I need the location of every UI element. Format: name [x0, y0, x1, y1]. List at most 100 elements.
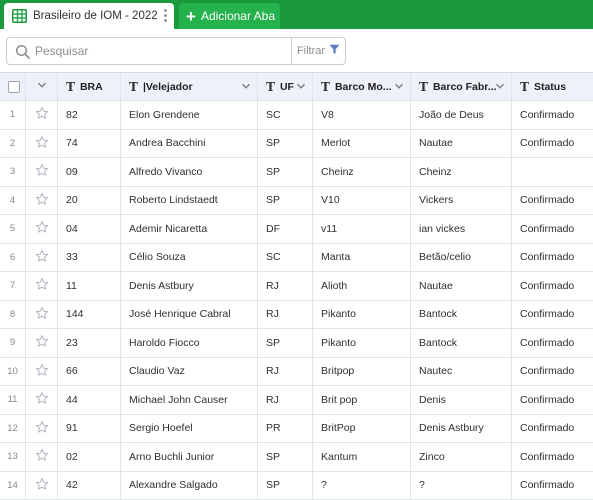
cell-barco-fabricante[interactable]: ?	[411, 471, 512, 499]
tab-active[interactable]: Brasileiro de IOM - 2022	[4, 3, 174, 29]
star-icon[interactable]	[35, 420, 49, 437]
cell-uf[interactable]: SC	[258, 101, 313, 129]
cell-uf[interactable]: RJ	[258, 300, 313, 328]
cell-uf[interactable]: SP	[258, 158, 313, 186]
cell-velejador[interactable]: Andrea Bacchini	[121, 129, 258, 157]
row-star-cell[interactable]	[26, 300, 58, 328]
cell-uf[interactable]: SP	[258, 186, 313, 214]
cell-barco-fabricante[interactable]: Nautae	[411, 272, 512, 300]
cell-velejador[interactable]: Alfredo Vivanco	[121, 158, 258, 186]
cell-velejador[interactable]: Célio Souza	[121, 243, 258, 271]
cell-barco-modelo[interactable]: V8	[313, 101, 411, 129]
row-star-cell[interactable]	[26, 357, 58, 385]
cell-velejador[interactable]: José Henrique Cabral	[121, 300, 258, 328]
cell-barco-fabricante[interactable]: Nautae	[411, 129, 512, 157]
cell-velejador[interactable]: Ademir Nicaretta	[121, 215, 258, 243]
cell-status[interactable]: Confirmado	[512, 272, 593, 300]
cell-velejador[interactable]: Arno Buchli Junior	[121, 443, 258, 471]
star-icon[interactable]	[35, 363, 49, 380]
cell-velejador[interactable]: Haroldo Fiocco	[121, 329, 258, 357]
row-star-cell[interactable]	[26, 329, 58, 357]
column-header-barco-fabricante[interactable]: T Barco Fabr...	[411, 73, 512, 100]
star-icon[interactable]	[35, 448, 49, 465]
cell-bra[interactable]: 82	[58, 101, 121, 129]
cell-uf[interactable]: SP	[258, 471, 313, 499]
cell-status[interactable]: Confirmado	[512, 187, 593, 215]
cell-status[interactable]: Confirmado	[512, 386, 593, 414]
star-icon[interactable]	[35, 135, 49, 152]
cell-uf[interactable]: DF	[258, 215, 313, 243]
cell-barco-fabricante[interactable]: Denis	[411, 386, 512, 414]
cell-barco-fabricante[interactable]: Zinco	[411, 443, 512, 471]
cell-barco-modelo[interactable]: Pikanto	[313, 300, 411, 328]
cell-bra[interactable]: 44	[58, 386, 121, 414]
column-header-barco-modelo[interactable]: T Barco Mo...	[313, 73, 411, 100]
cell-barco-modelo[interactable]: BritPop	[313, 414, 411, 442]
cell-bra[interactable]: 11	[58, 272, 121, 300]
cell-uf[interactable]: SC	[258, 243, 313, 271]
table-row[interactable]: 7 11 Denis Astbury RJ Alioth Nautae Conf…	[0, 272, 593, 301]
cell-bra[interactable]: 74	[58, 129, 121, 157]
filter-button[interactable]: Filtrar	[291, 38, 345, 64]
tab-menu-icon[interactable]	[164, 9, 167, 22]
cell-barco-modelo[interactable]: V10	[313, 186, 411, 214]
add-tab-button[interactable]: + Adicionar Aba	[179, 3, 280, 29]
cell-barco-fabricante[interactable]: Betão/celio	[411, 243, 512, 271]
row-star-cell[interactable]	[26, 386, 58, 414]
star-icon[interactable]	[35, 163, 49, 180]
cell-barco-modelo[interactable]: Manta	[313, 243, 411, 271]
cell-velejador[interactable]: Michael John Causer	[121, 386, 258, 414]
cell-status[interactable]: Confirmado	[512, 415, 593, 443]
cell-status[interactable]	[512, 158, 593, 186]
table-row[interactable]: 14 42 Alexandre Salgado SP ? ? Confirmad…	[0, 471, 593, 500]
row-star-cell[interactable]	[26, 272, 58, 300]
table-row[interactable]: 11 44 Michael John Causer RJ Brit pop De…	[0, 386, 593, 415]
cell-status[interactable]: Confirmado	[512, 329, 593, 357]
chevron-down-icon[interactable]	[296, 81, 306, 91]
cell-bra[interactable]: 20	[58, 186, 121, 214]
cell-status[interactable]: Confirmado	[512, 301, 593, 329]
column-header-uf[interactable]: T UF	[258, 73, 313, 100]
row-star-cell[interactable]	[26, 129, 58, 157]
column-header-status[interactable]: T Status	[512, 73, 593, 100]
chevron-down-icon[interactable]	[241, 81, 251, 91]
cell-velejador[interactable]: Sergio Hoefel	[121, 414, 258, 442]
table-row[interactable]: 4 20 Roberto Lindstaedt SP V10 Vickers C…	[0, 186, 593, 215]
cell-barco-fabricante[interactable]: Bantock	[411, 300, 512, 328]
table-row[interactable]: 2 74 Andrea Bacchini SP Merlot Nautae Co…	[0, 129, 593, 158]
table-row[interactable]: 5 04 Ademir Nicaretta DF v11 ian vickes …	[0, 215, 593, 244]
chevron-down-icon[interactable]	[495, 81, 505, 91]
star-icon[interactable]	[35, 249, 49, 266]
cell-uf[interactable]: SP	[258, 129, 313, 157]
header-menu-cell[interactable]	[26, 73, 58, 100]
cell-velejador[interactable]: Claudio Vaz	[121, 357, 258, 385]
row-star-cell[interactable]	[26, 101, 58, 129]
star-icon[interactable]	[35, 391, 49, 408]
cell-bra[interactable]: 42	[58, 471, 121, 499]
chevron-down-icon[interactable]	[394, 81, 404, 91]
cell-velejador[interactable]: Roberto Lindstaedt	[121, 186, 258, 214]
star-icon[interactable]	[35, 277, 49, 294]
table-row[interactable]: 3 09 Alfredo Vivanco SP Cheinz Cheinz	[0, 158, 593, 187]
cell-bra[interactable]: 91	[58, 414, 121, 442]
cell-bra[interactable]: 144	[58, 300, 121, 328]
cell-barco-fabricante[interactable]: Denis Astbury	[411, 414, 512, 442]
cell-velejador[interactable]: Elon Grendene	[121, 101, 258, 129]
cell-status[interactable]: Confirmado	[512, 130, 593, 158]
cell-barco-modelo[interactable]: Pikanto	[313, 329, 411, 357]
cell-barco-modelo[interactable]: ?	[313, 471, 411, 499]
table-row[interactable]: 10 66 Claudio Vaz RJ Britpop Nautec Conf…	[0, 357, 593, 386]
cell-barco-modelo[interactable]: Kantum	[313, 443, 411, 471]
star-icon[interactable]	[35, 192, 49, 209]
cell-bra[interactable]: 66	[58, 357, 121, 385]
table-row[interactable]: 1 82 Elon Grendene SC V8 João de Deus Co…	[0, 101, 593, 130]
cell-status[interactable]: Confirmado	[512, 472, 593, 500]
cell-barco-fabricante[interactable]: Vickers	[411, 186, 512, 214]
cell-bra[interactable]: 02	[58, 443, 121, 471]
search-input[interactable]	[35, 42, 290, 60]
cell-uf[interactable]: PR	[258, 414, 313, 442]
star-icon[interactable]	[35, 334, 49, 351]
cell-barco-modelo[interactable]: Merlot	[313, 129, 411, 157]
cell-status[interactable]: Confirmado	[512, 215, 593, 243]
row-star-cell[interactable]	[26, 414, 58, 442]
